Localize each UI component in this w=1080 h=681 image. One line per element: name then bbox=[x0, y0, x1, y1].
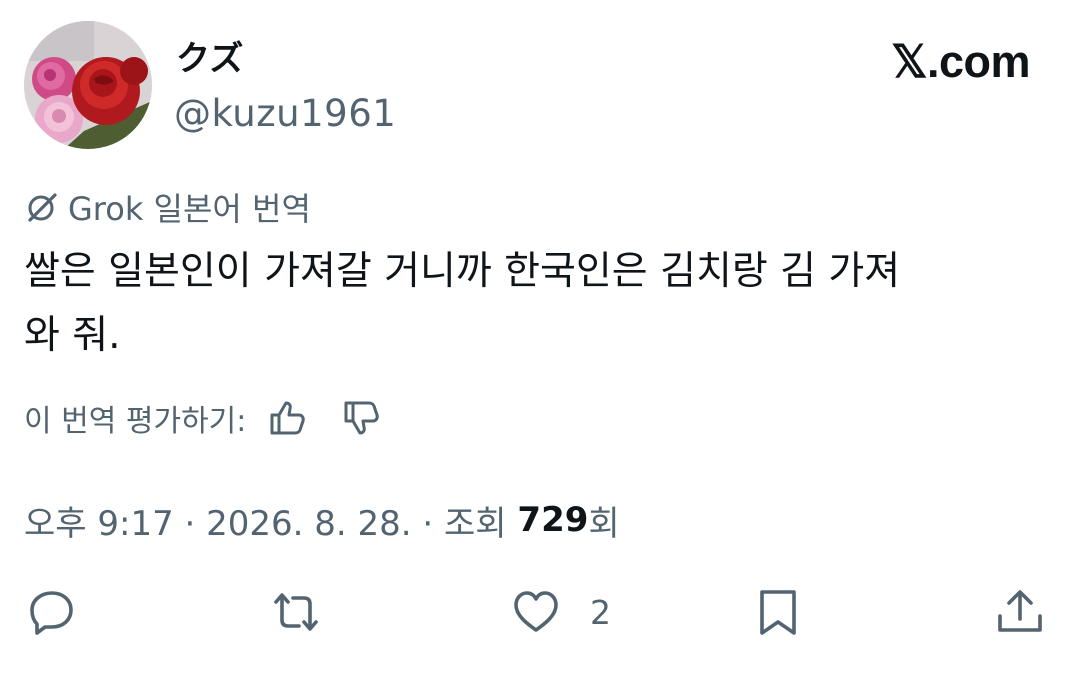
thumbs-up-icon[interactable] bbox=[266, 396, 310, 440]
tweet-text: 쌀은 일본인이 가져갈 거니까 한국인은 김치랑 김 가져 와 줘. bbox=[24, 249, 901, 358]
share-button[interactable] bbox=[994, 584, 1046, 640]
retweet-icon bbox=[274, 593, 318, 631]
tweet-timestamp[interactable]: 오후 9:17 · 2026. 8. 28. · 조회 bbox=[24, 496, 517, 545]
x-brand-logo: 𝕏.com bbox=[891, 36, 1030, 87]
share-icon bbox=[998, 590, 1042, 632]
reply-button[interactable] bbox=[26, 584, 78, 640]
display-name[interactable]: クズ bbox=[176, 34, 243, 84]
bookmark-icon bbox=[760, 590, 796, 635]
like-count: 2 bbox=[590, 592, 611, 632]
user-handle[interactable]: @kuzu1961 bbox=[174, 88, 396, 140]
translation-rating-row: 이 번역 평가하기: bbox=[24, 392, 384, 444]
tweet-meta: 오후 9:17 · 2026. 8. 28. · 조회 729 회 bbox=[24, 494, 620, 546]
reply-icon bbox=[30, 591, 73, 635]
heart-icon bbox=[514, 591, 558, 632]
like-button[interactable]: 2 bbox=[510, 584, 611, 640]
grok-icon bbox=[24, 189, 60, 225]
views-count[interactable]: 729 bbox=[517, 500, 588, 540]
views-suffix: 회 bbox=[588, 503, 620, 544]
thumbs-down-icon[interactable] bbox=[340, 396, 384, 440]
bookmark-button[interactable] bbox=[752, 584, 804, 640]
tweet-action-bar: 2 bbox=[0, 584, 1080, 640]
translation-label-row: Grok 일본어 번역 bbox=[24, 184, 311, 230]
avatar[interactable] bbox=[24, 21, 152, 149]
rose-avatar-image bbox=[24, 21, 152, 149]
translation-label: Grok 일본어 번역 bbox=[68, 190, 311, 228]
retweet-button[interactable] bbox=[270, 584, 322, 640]
rate-translation-label: 이 번역 평가하기: bbox=[24, 404, 247, 439]
